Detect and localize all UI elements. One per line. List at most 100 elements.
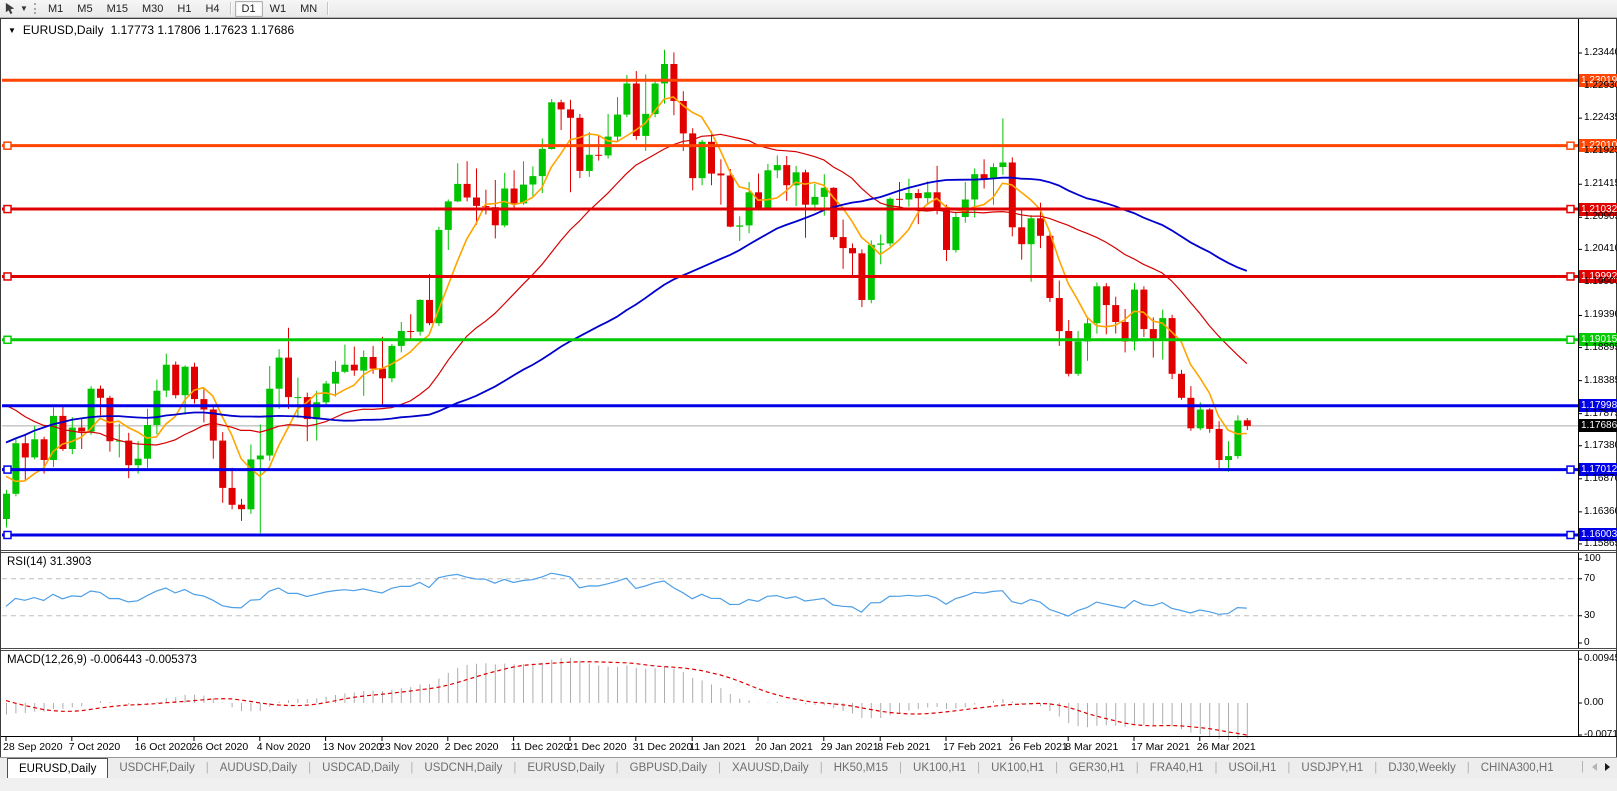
date-label: 21 Dec 2020	[567, 741, 627, 753]
candle-bear	[285, 358, 292, 398]
period-button-h1[interactable]: H1	[170, 1, 198, 17]
price-tick-label: 1.19390	[1584, 309, 1617, 321]
chart-tab-usdcnh-daily[interactable]: USDCNH,Daily	[413, 758, 513, 778]
candle-bear	[1187, 398, 1194, 429]
line-handle[interactable]	[1567, 206, 1574, 213]
moving-average-6	[6, 97, 1247, 481]
panel-separator-macd[interactable]	[1, 648, 1616, 651]
price-tick-label: 1.19900	[1584, 276, 1617, 288]
price-tick-label: 1.23440	[1584, 47, 1617, 59]
chart-tab-usdjpy-h1[interactable]: USDJPY,H1	[1290, 758, 1374, 778]
line-handle[interactable]	[1567, 531, 1574, 538]
tab-scroll-right-icon[interactable]	[1605, 763, 1610, 771]
candle-bear	[370, 357, 377, 369]
candle-bear	[558, 102, 565, 109]
candle-bear	[464, 184, 471, 198]
line-handle[interactable]	[4, 466, 11, 473]
date-label: 7 Oct 2020	[69, 741, 120, 753]
panel-separator-rsi[interactable]	[1, 550, 1616, 553]
period-button-mn[interactable]: MN	[293, 1, 324, 17]
candle-bull	[924, 192, 931, 198]
candle-bull	[699, 142, 706, 178]
candle-bear	[849, 248, 856, 253]
line-handle[interactable]	[4, 206, 11, 213]
price-tick-label: 1.17875	[1584, 408, 1617, 420]
period-button-m30[interactable]: M30	[135, 1, 170, 17]
candle-bear	[1018, 227, 1025, 244]
date-label: 8 Mar 2021	[1065, 741, 1118, 753]
chart-tab-hk50-m15[interactable]: HK50,M15	[823, 758, 899, 778]
date-label: 20 Jan 2021	[755, 741, 813, 753]
toolbar-grip[interactable]	[34, 3, 36, 14]
candle-bull	[905, 193, 912, 200]
line-handle[interactable]	[1567, 336, 1574, 343]
line-handle[interactable]	[1567, 142, 1574, 149]
candle-bear	[1056, 298, 1063, 331]
chart-tab-usdchf-daily[interactable]: USDCHF,Daily	[108, 758, 205, 778]
chart-tab-usoil-h1[interactable]: USOil,H1	[1217, 758, 1287, 778]
macd-tick-label: 0.00	[1584, 697, 1603, 709]
candle-bull	[3, 494, 10, 519]
chart-tab-gbpusd-daily[interactable]: GBPUSD,Daily	[619, 758, 718, 778]
period-button-d1[interactable]: D1	[235, 1, 263, 17]
rsi-tick-label: 0	[1584, 637, 1590, 649]
chart-tab-fra40-h1[interactable]: FRA40,H1	[1139, 758, 1215, 778]
price-tick-label: 1.22435	[1584, 112, 1617, 124]
line-handle[interactable]	[1567, 273, 1574, 280]
candle-bull	[586, 155, 593, 171]
period-button-m15[interactable]: M15	[100, 1, 135, 17]
chart-tab-ger30-h1[interactable]: GER30,H1	[1058, 758, 1136, 778]
chart-tab-dj30-weekly[interactable]: DJ30,Weekly	[1377, 758, 1467, 778]
candle-bear	[1206, 410, 1213, 429]
candle-bear	[1178, 374, 1185, 398]
period-button-h4[interactable]: H4	[198, 1, 226, 17]
chart-tab-audusd-daily[interactable]: AUDUSD,Daily	[209, 758, 308, 778]
candle-bull	[877, 244, 884, 245]
price-tick-label: 1.21925	[1584, 145, 1617, 157]
chart-tab-china300-h1[interactable]: CHINA300,H1	[1470, 758, 1565, 778]
candle-bull	[1075, 341, 1082, 373]
tab-separator: |	[1581, 761, 1584, 773]
line-handle[interactable]	[4, 336, 11, 343]
price-tick-label: 1.16870	[1584, 473, 1617, 485]
candle-bear	[1046, 236, 1053, 298]
toolbar-dropdown-caret[interactable]: ▼	[18, 4, 30, 13]
period-button-w1[interactable]: W1	[263, 1, 294, 17]
candle-bull	[1234, 421, 1241, 457]
chart-title-caret[interactable]: ▼	[8, 26, 16, 35]
candle-bear	[1112, 305, 1119, 322]
chart-tab-uk100-h1[interactable]: UK100,H1	[902, 758, 977, 778]
line-handle[interactable]	[4, 273, 11, 280]
chart-tab-usdcad-daily[interactable]: USDCAD,Daily	[311, 758, 410, 778]
date-label: 26 Oct 2020	[191, 741, 248, 753]
candle-bull	[529, 176, 536, 184]
candle-bear	[511, 189, 518, 204]
candle-bear	[1103, 286, 1110, 305]
toolbar-divider	[327, 2, 329, 15]
candle-bull	[360, 357, 367, 371]
chart-tab-eurusd-daily[interactable]: EURUSD,Daily	[7, 758, 108, 778]
chart-tab-eurusd-daily[interactable]: EURUSD,Daily	[516, 758, 615, 778]
line-handle[interactable]	[4, 531, 11, 538]
candle-bear	[943, 209, 950, 251]
chart-tab-xauusd-daily[interactable]: XAUUSD,Daily	[721, 758, 820, 778]
period-button-m1[interactable]: M1	[41, 1, 70, 17]
cursor-tool-icon[interactable]	[2, 1, 18, 16]
price-tick-label: 1.22930	[1584, 80, 1617, 92]
candle-bull	[341, 365, 348, 372]
candle-bull	[332, 372, 339, 384]
line-handle[interactable]	[4, 142, 11, 149]
candle-bull	[1225, 456, 1232, 460]
chart-tab-uk100-h1[interactable]: UK100,H1	[980, 758, 1055, 778]
chart-window[interactable]: ▼ EURUSD,Daily 1.17773 1.17806 1.17623 1…	[0, 18, 1617, 759]
tab-scroll-left-icon[interactable]	[1592, 763, 1597, 771]
candle-bull	[182, 367, 189, 396]
candle-bull	[811, 197, 818, 205]
candle-bull	[1028, 218, 1035, 244]
price-tick-label: 1.20410	[1584, 243, 1617, 255]
candle-bull	[971, 174, 978, 199]
line-handle[interactable]	[1567, 466, 1574, 473]
date-label: 11 Jan 2021	[689, 741, 746, 753]
candle-bull	[294, 397, 301, 398]
period-button-m5[interactable]: M5	[70, 1, 99, 17]
